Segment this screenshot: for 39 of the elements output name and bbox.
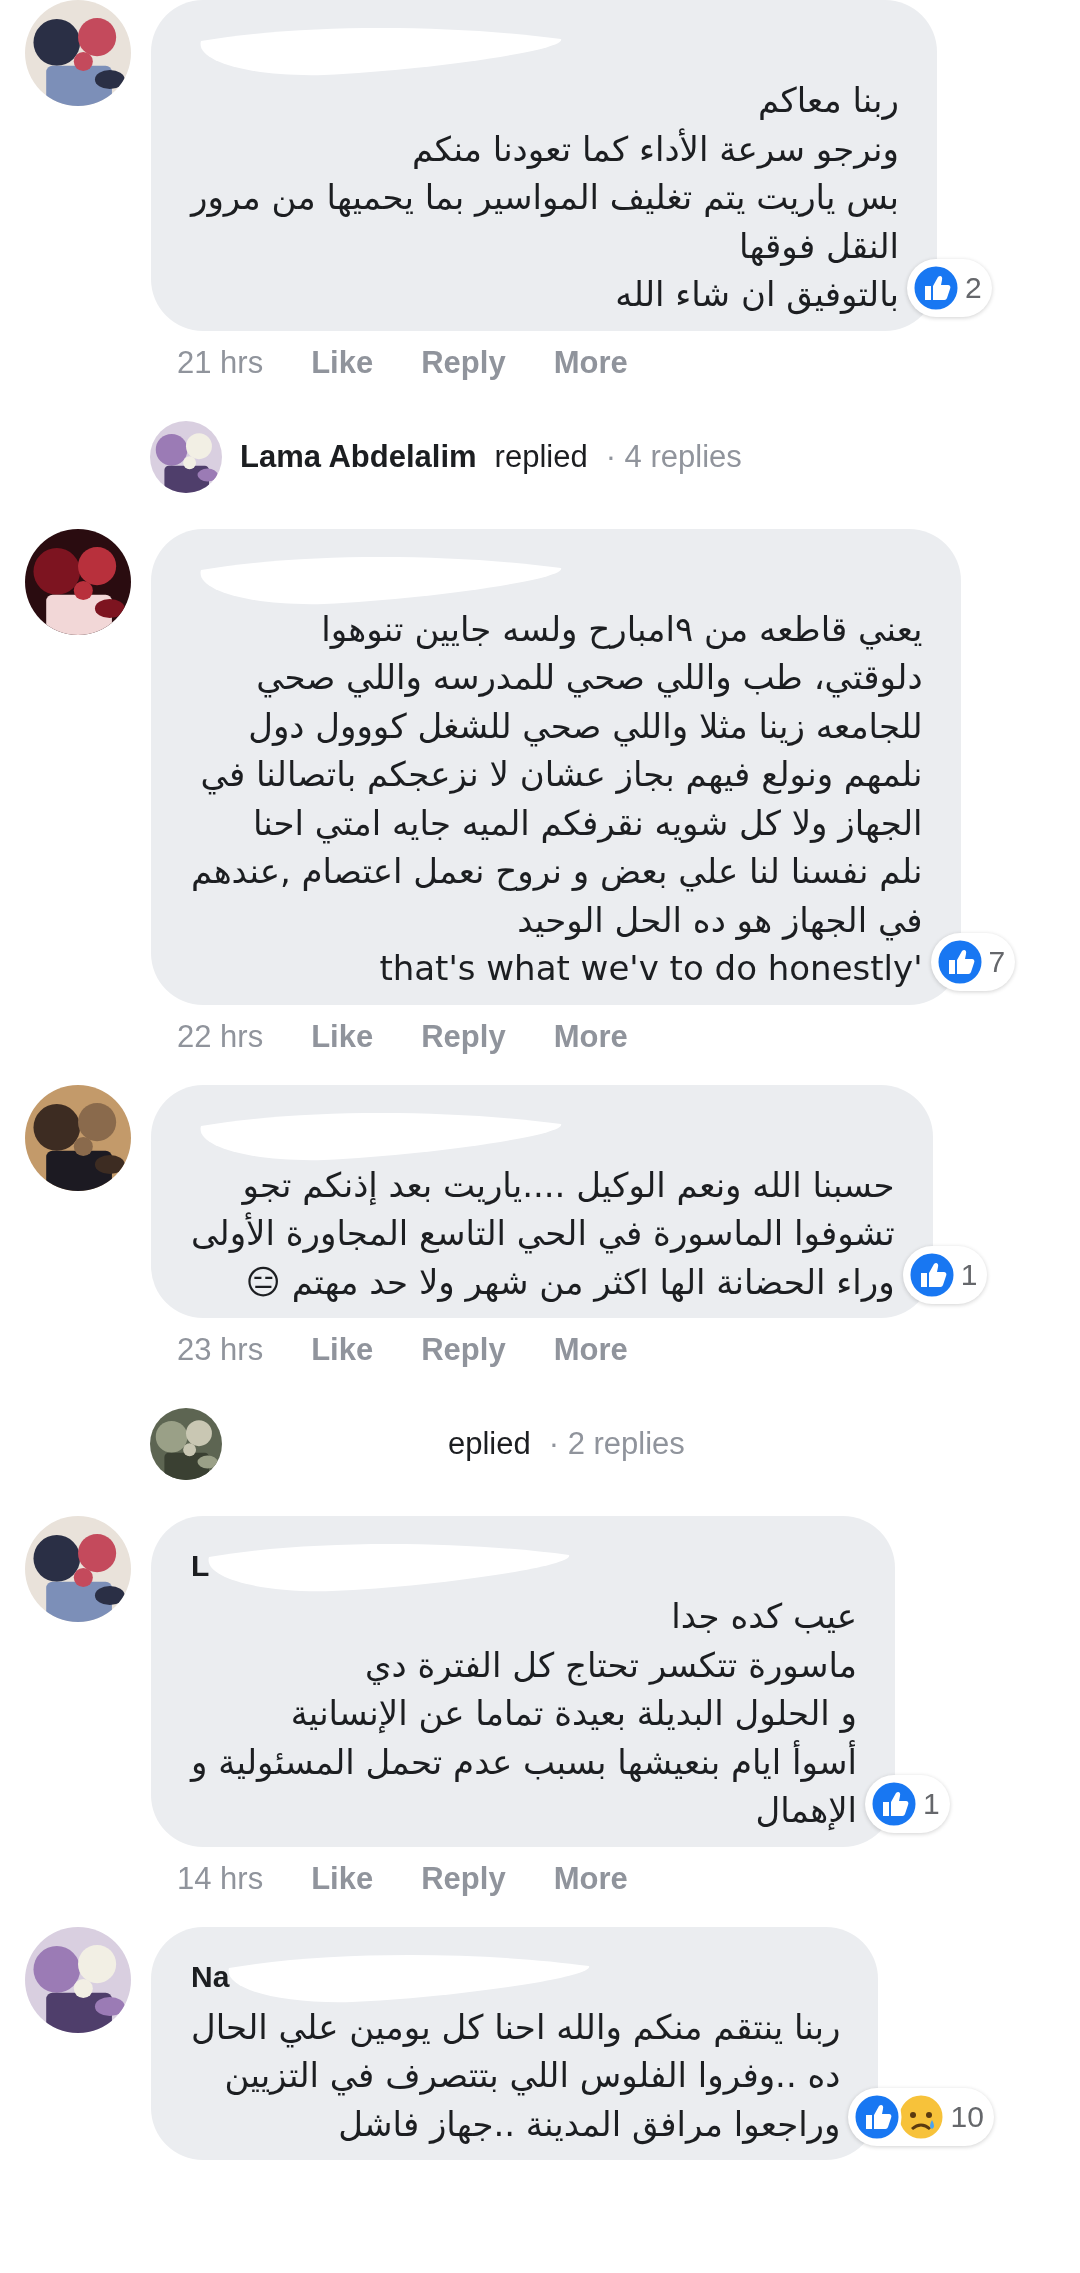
more-link[interactable]: More: [553, 1332, 628, 1368]
replies-count[interactable]: · 4 replies: [605, 438, 742, 475]
like-link[interactable]: Like: [311, 1018, 374, 1055]
replied-label: eplied: [448, 1426, 531, 1462]
like-link[interactable]: Like: [311, 1860, 374, 1897]
timestamp: 22 hrs: [177, 1018, 264, 1055]
timestamp: 21 hrs: [177, 344, 264, 381]
thumbs-up-icon: [852, 2092, 903, 2142]
reaction-count: 7: [988, 944, 1006, 979]
comment-text: يعني قاطعه من ٩امبارح ولسه جايين تنوهوا دلوقتي، طب واللي صحي للمدرسه واللي صحي للجامعه زينا مثلا واللي صحي للشغل كووول دول نلمهم ونولع فيهم بجاز عشان لا نزعجكم باتصالنا في الجهاز ولا كل شويه نقرفكم الميه جايه امتي احنا نلم نفسنا لنا علي بعض و نروح نعمل اعتصام ,عندهم في الجهاز هو ده الحل الوحيد that's what we'v to do honestly': [191, 607, 923, 990]
comment-text: حسبنا الله ونعم الوكيل ....ياريت بعد إذنكم تجو تشوفوا الماسورة في الحي التاسع المجاورة الأولى وراء الحضانة الها اكثر من شهر ولا حد مهتم 😑: [191, 1163, 895, 1304]
comment-text: ربنا ينتقم منكم والله احنا كل يومين علي الحال ده ..وفروا الفلوس اللي بتتصرف في التزيين وراجعوا مرافق المدينة ..جهاز فاشل: [191, 2005, 841, 2147]
reaction-count: 10: [950, 2100, 984, 2134]
like-link[interactable]: Like: [311, 344, 374, 381]
more-link[interactable]: More: [553, 1018, 628, 1055]
reaction-count: 2: [965, 270, 982, 305]
timestamp: 23 hrs: [177, 1332, 264, 1368]
author-name[interactable]: Na: [191, 1959, 230, 1994]
reply-link[interactable]: Reply: [421, 1332, 506, 1368]
reaction-badge[interactable]: 2: [907, 258, 992, 317]
like-link[interactable]: Like: [311, 1332, 374, 1368]
replied-label: replied: [494, 438, 588, 475]
reaction-count: 1: [960, 1258, 978, 1292]
comment-text: ربنا معاكم ونرجو سرعة الأداء كما تعودنا منكم بس ياريت يتم تغليف المواسير بما يحميها من مرور النقل فوقها بالتوفيق ان شاء الله: [191, 79, 899, 317]
reaction-badge[interactable]: 1: [865, 1774, 950, 1833]
author-name[interactable]: L: [191, 1549, 210, 1583]
more-link[interactable]: More: [553, 1860, 628, 1897]
reaction-badge[interactable]: 10: [848, 2088, 994, 2146]
reaction-badge[interactable]: 1: [902, 1246, 988, 1304]
reply-link[interactable]: Reply: [421, 1018, 506, 1055]
more-link[interactable]: More: [553, 344, 628, 381]
comment-text: عيب كده جدا ماسورة تتكسر تحتاج كل الفترة دي و الحلول البديلة بعيدة تماما عن الإنسانية أسوأ ايام بنعيشها بسبب عدم تحمل المسئولية و الإهمال: [191, 1595, 857, 1832]
reply-link[interactable]: Reply: [421, 1860, 506, 1897]
reaction-badge[interactable]: 7: [930, 932, 1016, 991]
replies-count[interactable]: · 2 replies: [548, 1426, 685, 1462]
reply-link[interactable]: Reply: [421, 344, 506, 381]
reply-author[interactable]: Lama Abdelalim: [240, 438, 477, 475]
timestamp: 14 hrs: [177, 1860, 264, 1897]
reaction-count: 1: [923, 1786, 940, 1821]
